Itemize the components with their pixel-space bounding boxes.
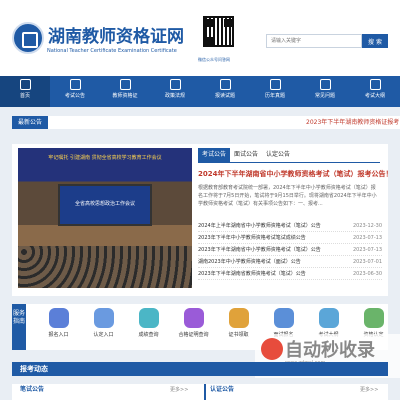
column-title[interactable]: 笔试公告 — [20, 386, 44, 393]
tabs-divider — [198, 162, 380, 163]
news-label: 最新公告 — [12, 116, 49, 129]
watermark-text: 自动秒收录 — [285, 340, 375, 361]
nav-item-faq[interactable]: 常见问题 — [300, 76, 350, 107]
service-item[interactable]: 成绩查询 — [126, 308, 171, 338]
headline-summary: 根据教育部教育考试院统一部署，2024年下半年中小学教师资格考试（笔试）报名工作… — [198, 185, 377, 207]
nav-label: 考试公告 — [64, 93, 85, 99]
question-icon — [319, 79, 331, 90]
nav-item-certificate[interactable]: 教师资格证 — [100, 76, 150, 107]
site-header: 湖南教师资格证网 National Teacher Certificate Ex… — [0, 0, 400, 76]
site-subtitle: National Teacher Certificate Examination… — [47, 48, 177, 54]
nav-item-policy[interactable]: 政策法规 — [150, 76, 200, 107]
nav-label: 教师资格证 — [112, 93, 138, 99]
list-item-title: 2023年下半年中小学教师资格考试笔试成绩公告 — [198, 235, 306, 241]
nav-item-questions[interactable]: 报读试题 — [200, 76, 250, 107]
list-item[interactable]: 湖南2023年中小学教师资格考试（面试）公告 2023-07-01 — [198, 256, 382, 268]
more-link[interactable]: 更多>> — [170, 384, 188, 396]
service-icon — [138, 308, 159, 328]
search-button[interactable]: 搜 索 — [362, 34, 388, 48]
service-item-label: 证书领取 — [228, 332, 249, 338]
list-item[interactable]: 2023年下半年湖南省教师资格考试（笔试）公告 2023-06-30 — [198, 268, 382, 280]
qr-caption: 微信公众号问答网 — [198, 57, 230, 62]
certificate-icon — [119, 79, 131, 90]
folder-icon — [269, 79, 281, 90]
watermark-logo-icon — [261, 338, 283, 360]
service-item[interactable]: 合格证明查询 — [171, 308, 216, 338]
nav-item-syllabus[interactable]: 考试大纲 — [350, 76, 400, 107]
nav-item-home[interactable]: 首页 — [0, 76, 50, 107]
list-item-title: 2024年上半年湖南省中小学教师资格考试（笔试）公告 — [198, 223, 321, 229]
service-item-label: 认定入口 — [93, 332, 114, 338]
tab-interview-notice[interactable]: 面试公告 — [230, 148, 262, 162]
outline-icon — [369, 79, 381, 90]
nav-label: 常见问题 — [314, 93, 335, 99]
list-item[interactable]: 2024年上半年湖南省中小学教师资格考试（笔试）公告 2023-12-30 — [198, 220, 382, 232]
list-item-title: 2023年下半年湖南省教师资格考试（笔试）公告 — [198, 271, 306, 277]
service-icon — [93, 308, 114, 328]
main-content: 牢记嘱托 引建湖南 贯彻全省高校学习教育工作会议 全省高校思想政治工作会议 考试… — [12, 144, 392, 296]
logo-icon — [12, 22, 44, 54]
more-link[interactable]: 更多>> — [360, 384, 378, 396]
list-item[interactable]: 2023年下半年中小学教师资格考试笔试成绩公告 2023-07-13 — [198, 232, 382, 244]
nav-label: 历年真题 — [264, 93, 285, 99]
nav-label: 首页 — [19, 93, 30, 99]
nav-label: 报读试题 — [214, 93, 235, 99]
list-item-title: 湖南2023年中小学教师资格考试（面试）公告 — [198, 259, 301, 265]
qr-code-icon — [203, 16, 234, 47]
notice-list: 2024年上半年湖南省中小学教师资格考试（笔试）公告 2023-12-30 202… — [198, 220, 382, 280]
service-label: 服务指南 — [12, 304, 26, 350]
document-icon — [69, 79, 81, 90]
photo-banner: 牢记嘱托 引建湖南 贯彻全省高校学习教育工作会议 — [48, 155, 162, 161]
nav-label: 政策法规 — [164, 93, 185, 99]
certification-notice-column: 认证公告 更多>> — [204, 384, 384, 400]
bottom-columns: 笔试公告 更多>> 认证公告 更多>> — [12, 384, 388, 400]
service-item-label: 成绩查询 — [138, 332, 159, 338]
list-item-date: 2023-07-01 — [352, 259, 382, 265]
service-icon — [318, 308, 339, 328]
main-nav: 首页 考试公告 教师资格证 政策法规 报读试题 历年真题 常见问题 考试大纲 — [0, 76, 400, 107]
news-ticker-link[interactable]: 2023年下半年湖南教师资格证报考 — [306, 116, 399, 129]
service-item[interactable]: 认定入口 — [81, 308, 126, 338]
news-photo[interactable]: 牢记嘱托 引建湖南 贯彻全省高校学习教育工作会议 全省高校思想政治工作会议 — [18, 148, 192, 288]
service-item-label: 合格证明查询 — [178, 332, 209, 338]
book-icon — [169, 79, 181, 90]
headline-title[interactable]: 2024年下半年湖南省中小学教师资格考试（笔试）报考公告！ — [198, 169, 392, 179]
nav-label: 考试大纲 — [364, 93, 385, 99]
service-icon — [183, 308, 204, 328]
nav-item-exam-notice[interactable]: 考试公告 — [50, 76, 100, 107]
nav-item-past-papers[interactable]: 历年真题 — [250, 76, 300, 107]
list-item-date: 2023-07-13 — [352, 247, 382, 253]
service-icon — [273, 308, 294, 328]
home-icon — [19, 79, 31, 90]
dynamic-bar: 报考动态 — [12, 362, 388, 376]
service-icon — [363, 308, 384, 328]
news-ticker: 最新公告 2023年下半年湖南教师资格证报考 — [12, 116, 400, 129]
dynamic-title: 报考动态 — [20, 365, 48, 373]
list-item-date: 2023-12-30 — [352, 223, 382, 229]
stage-screen: 全省高校思想政治工作会议 — [58, 184, 152, 226]
audience — [18, 246, 192, 288]
notice-tabs: 考试公告 面试公告 认定公告 — [198, 148, 294, 162]
site-title: 湖南教师资格证网 — [48, 27, 184, 47]
list-item-date: 2023-07-13 — [352, 235, 382, 241]
service-item[interactable]: 报名入口 — [36, 308, 81, 338]
service-icon — [228, 308, 249, 328]
service-item-label: 报名入口 — [48, 332, 69, 338]
paper-icon — [219, 79, 231, 90]
column-title[interactable]: 认证公告 — [210, 386, 234, 393]
list-item-date: 2023-06-30 — [352, 271, 382, 277]
tab-exam-notice[interactable]: 考试公告 — [198, 148, 231, 162]
screen-text: 全省高校思想政治工作会议 — [74, 201, 135, 207]
list-item[interactable]: 2023年下半年湖南省中小学教师资格考试（笔试）公告 2023-07-13 — [198, 244, 382, 256]
list-item-title: 2023年下半年湖南省中小学教师资格考试（笔试）公告 — [198, 247, 321, 253]
tab-certification-notice[interactable]: 认定公告 — [262, 148, 294, 162]
service-icon — [48, 308, 69, 328]
written-notice-column: 笔试公告 更多>> — [20, 384, 200, 400]
search-input[interactable] — [266, 34, 362, 48]
